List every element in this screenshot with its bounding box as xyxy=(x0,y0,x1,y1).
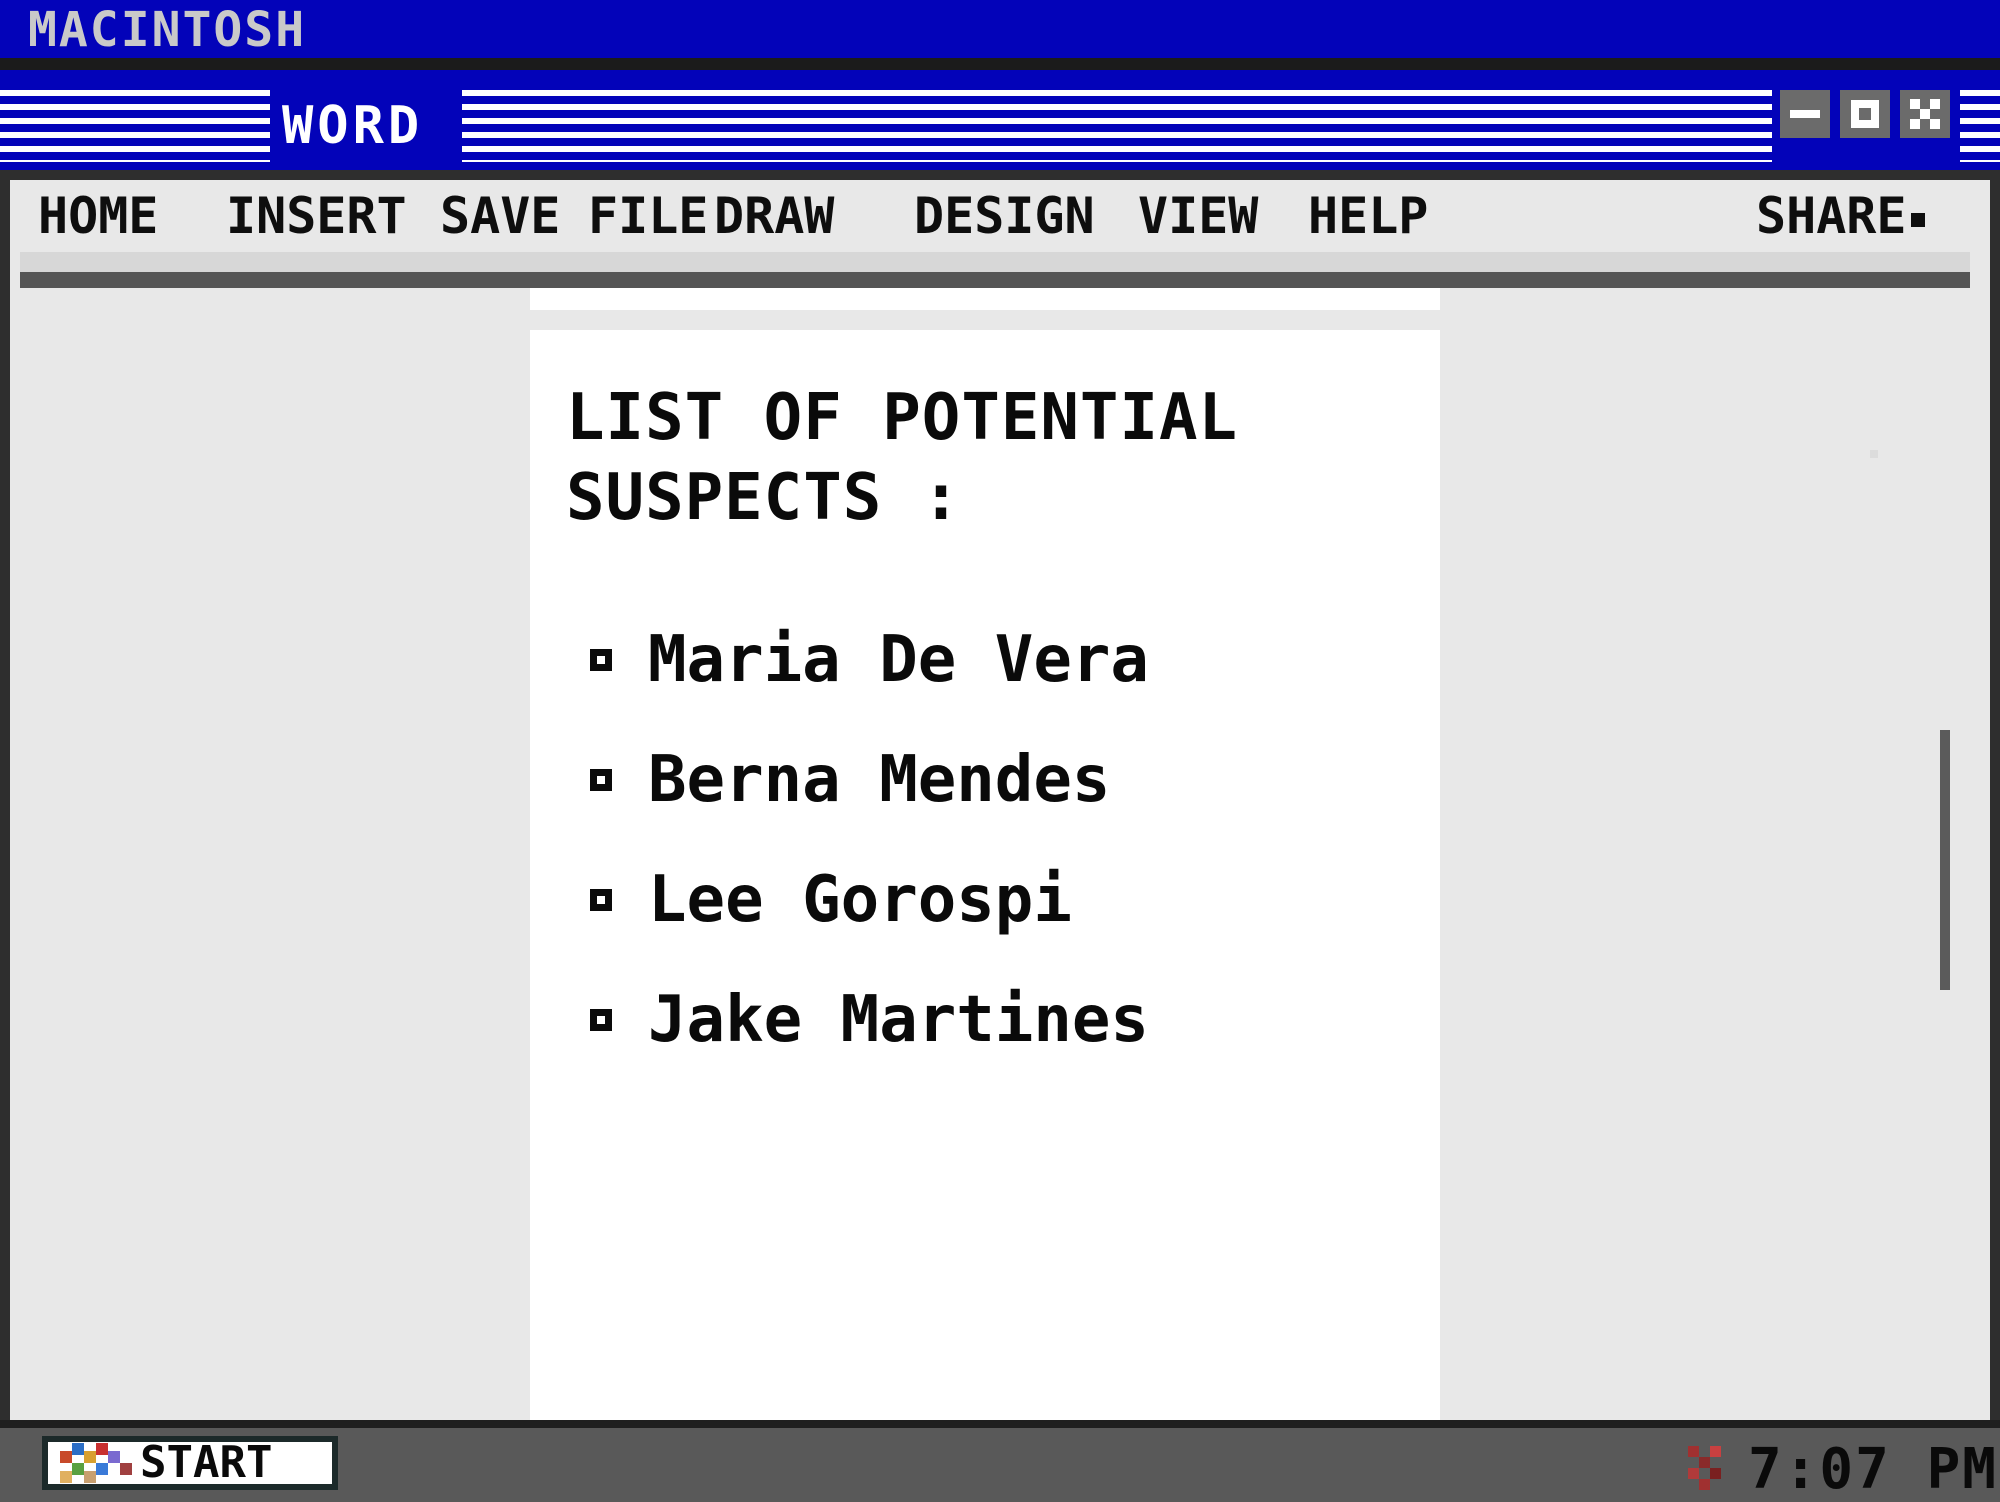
menu-design[interactable]: DESIGN xyxy=(914,188,1095,244)
suspect-name: Lee Gorospi xyxy=(648,863,1072,937)
start-label: START xyxy=(140,1437,273,1488)
system-menu-bar: MACINTOSH xyxy=(0,0,2000,58)
window-title: WORD xyxy=(274,90,432,162)
minimize-icon xyxy=(1790,110,1820,118)
menu-file[interactable]: FILE xyxy=(588,188,708,244)
clock-icon xyxy=(1688,1446,1732,1490)
minimize-button[interactable] xyxy=(1780,90,1830,138)
suspect-name: Berna Mendes xyxy=(648,743,1111,817)
menu-save[interactable]: SAVE xyxy=(440,188,560,244)
menu-help[interactable]: HELP xyxy=(1308,188,1428,244)
system-title: MACINTOSH xyxy=(28,2,307,58)
menu-home[interactable]: HOME xyxy=(38,188,158,244)
share-button[interactable]: SHARE xyxy=(1756,188,1925,244)
title-stripes-left xyxy=(0,90,270,162)
bullet-icon xyxy=(590,889,612,911)
window-title-bar[interactable]: WORD xyxy=(0,70,2000,170)
heading-line-1: LIST OF POTENTIAL xyxy=(566,381,1239,455)
cursor-speck xyxy=(1870,450,1878,458)
share-label: SHARE xyxy=(1756,187,1907,245)
system-divider xyxy=(0,58,2000,70)
heading-line-2: SUSPECTS : xyxy=(566,461,962,535)
ribbon-divider xyxy=(20,272,1970,288)
suspect-name: Jake Martines xyxy=(648,983,1149,1057)
share-marker-icon xyxy=(1910,212,1925,227)
menu-insert[interactable]: INSERT xyxy=(226,188,407,244)
document-heading: LIST OF POTENTIAL SUSPECTS : xyxy=(566,378,1266,538)
ribbon-area xyxy=(20,252,1970,272)
suspect-name: Maria De Vera xyxy=(648,623,1149,697)
list-item: Berna Mendes xyxy=(590,720,1149,840)
bullet-icon xyxy=(590,1009,612,1031)
close-icon xyxy=(1910,99,1940,129)
list-item: Lee Gorospi xyxy=(590,840,1149,960)
menu-view[interactable]: VIEW xyxy=(1138,188,1258,244)
menu-draw[interactable]: DRAW xyxy=(714,188,834,244)
start-logo-icon xyxy=(60,1443,136,1483)
menu-bar: HOME INSERT SAVE FILE DRAW DESIGN VIEW H… xyxy=(20,184,1970,248)
title-stripes-right xyxy=(1960,90,2000,162)
bullet-icon xyxy=(590,769,612,791)
restore-button[interactable] xyxy=(1840,90,1890,138)
document-page[interactable]: LIST OF POTENTIAL SUSPECTS : Maria De Ve… xyxy=(530,330,1440,1420)
start-button[interactable]: START xyxy=(42,1436,338,1490)
taskbar-clock: 7:07 PM xyxy=(1748,1437,1999,1502)
close-button[interactable] xyxy=(1900,90,1950,138)
title-stripes-middle xyxy=(462,90,1772,162)
suspect-list: Maria De Vera Berna Mendes Lee Gorospi J… xyxy=(590,600,1149,1080)
list-item: Jake Martines xyxy=(590,960,1149,1080)
list-item: Maria De Vera xyxy=(590,600,1149,720)
bullet-icon xyxy=(590,649,612,671)
previous-page-edge xyxy=(530,288,1440,310)
restore-icon xyxy=(1851,100,1879,128)
scrollbar-thumb[interactable] xyxy=(1940,730,1950,990)
